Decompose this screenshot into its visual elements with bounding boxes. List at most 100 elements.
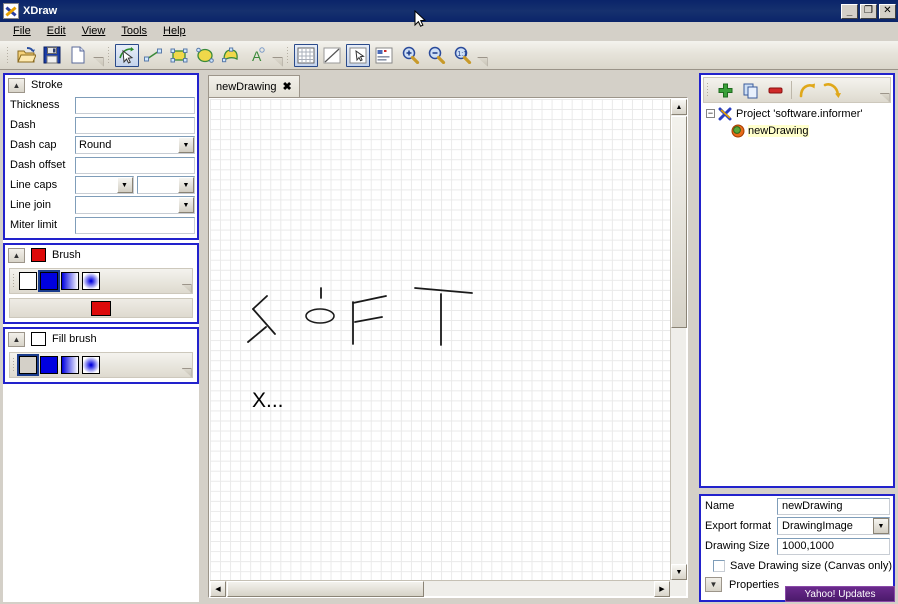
scroll-right-button[interactable]: ▶: [654, 581, 670, 597]
export-format-select[interactable]: DrawingImage ▼: [777, 517, 890, 535]
new-document-icon[interactable]: [66, 44, 90, 67]
scroll-down-button[interactable]: ▼: [671, 564, 687, 580]
brush-current-color[interactable]: [91, 300, 111, 316]
save-drawing-size-row[interactable]: Save Drawing size (Canvas only): [701, 556, 893, 575]
close-icon[interactable]: ✖: [283, 80, 292, 93]
close-button[interactable]: ✕: [879, 3, 896, 19]
vertical-scroll-thumb[interactable]: [671, 116, 687, 328]
zoom-in-icon[interactable]: [398, 44, 422, 67]
line-join-select[interactable]: ▼: [75, 196, 195, 214]
zoom-out-icon[interactable]: [424, 44, 448, 67]
tree-root-row[interactable]: − Project 'software.informer': [701, 105, 893, 122]
text-tool-icon[interactable]: A: [245, 44, 269, 67]
menu-help[interactable]: Help: [155, 23, 194, 39]
brush-none[interactable]: [19, 272, 37, 290]
miter-limit-input[interactable]: [75, 216, 195, 234]
brush-linear-gradient[interactable]: [61, 272, 79, 290]
tab-newdrawing[interactable]: newDrawing ✖: [208, 75, 300, 97]
yahoo-updates-notification[interactable]: Yahoo! Updates: [785, 586, 895, 602]
thickness-input[interactable]: [75, 96, 195, 114]
save-drawing-size-checkbox[interactable]: [713, 559, 725, 572]
delete-item-icon[interactable]: [764, 79, 787, 101]
canvas-vertical-scrollbar[interactable]: ▲ ▼: [670, 99, 687, 580]
ellipse-tool-icon[interactable]: [193, 44, 217, 67]
chevron-down-icon[interactable]: ▼: [873, 518, 889, 534]
snap-diagonal-icon[interactable]: [320, 44, 344, 67]
chevron-down-icon[interactable]: ▼: [178, 137, 194, 153]
fillbrush-radial-gradient[interactable]: [82, 356, 100, 374]
dash-cap-select[interactable]: Round ▼: [75, 136, 195, 154]
chevron-up-icon[interactable]: ▲: [8, 247, 25, 263]
dash-offset-input[interactable]: [75, 156, 195, 174]
chevron-down-icon[interactable]: ▼: [116, 177, 133, 193]
tree-toolbar-overflow[interactable]: [879, 78, 890, 102]
chevron-down-icon[interactable]: ▼: [705, 577, 722, 592]
fill-brush-color-swatch[interactable]: [31, 332, 46, 346]
strip-grip[interactable]: [706, 82, 710, 98]
stroke-group-header[interactable]: ▲ Stroke: [5, 75, 197, 95]
minimize-button[interactable]: _: [841, 3, 858, 19]
polygon-tool-icon[interactable]: [219, 44, 243, 67]
select-tool-icon[interactable]: [115, 43, 139, 67]
chevron-up-icon[interactable]: ▲: [8, 77, 25, 93]
fill-brush-group-header[interactable]: ▲ Fill brush: [5, 329, 197, 349]
redo-icon[interactable]: [821, 79, 844, 101]
stroke-group: ▲ Stroke Thickness Dash Dash cap Round ▼…: [3, 73, 199, 240]
maximize-button[interactable]: ❐: [860, 3, 877, 19]
brush-solid[interactable]: [38, 270, 60, 292]
line-cap-start-select[interactable]: ▼: [75, 176, 134, 194]
grid-toggle-icon[interactable]: [294, 43, 318, 67]
menu-view[interactable]: View: [74, 23, 114, 39]
thickness-label: Thickness: [10, 99, 60, 111]
toolbar-overflow-1[interactable]: [92, 44, 104, 67]
copy-item-icon[interactable]: [739, 79, 762, 101]
dash-input[interactable]: [75, 116, 195, 134]
brush-group-header[interactable]: ▲ Brush: [5, 245, 197, 265]
open-icon[interactable]: [14, 44, 38, 67]
strip-grip[interactable]: [12, 273, 16, 289]
toolbar-grip[interactable]: [6, 45, 10, 65]
fillbrush-linear-gradient[interactable]: [61, 356, 79, 374]
sketch-soft: [247, 287, 473, 346]
line-tool-icon[interactable]: [141, 44, 165, 67]
chevron-down-icon[interactable]: ▼: [178, 197, 194, 213]
drawing-size-input[interactable]: 1000,1000: [777, 537, 890, 555]
drawing-canvas[interactable]: X...: [210, 99, 670, 580]
toolbar-overflow-2[interactable]: [271, 44, 283, 67]
menu-tools[interactable]: Tools: [113, 23, 155, 39]
add-item-icon[interactable]: [714, 79, 737, 101]
tree-item-newdrawing[interactable]: newDrawing: [701, 122, 893, 139]
properties-panel-icon[interactable]: [372, 44, 396, 67]
scroll-up-button[interactable]: ▲: [671, 99, 687, 115]
fillbrush-none[interactable]: [17, 354, 39, 376]
brush-strip-overflow[interactable]: [181, 269, 192, 293]
pointer-select-icon[interactable]: [346, 43, 370, 67]
menu-edit[interactable]: Edit: [39, 23, 74, 39]
toolbar-grip-3[interactable]: [286, 45, 290, 65]
toolbar-grip-2[interactable]: [107, 45, 111, 65]
prop-row-name: Name newDrawing: [701, 496, 893, 516]
brush-color-swatch[interactable]: [31, 248, 46, 262]
tab-label: newDrawing: [216, 80, 277, 93]
tree-collapse-toggle[interactable]: −: [706, 109, 715, 118]
fill-brush-strip-overflow[interactable]: [181, 353, 192, 377]
main-body: ▲ Stroke Thickness Dash Dash cap Round ▼…: [0, 71, 898, 604]
brush-radial-gradient[interactable]: [82, 272, 100, 290]
chevron-down-icon[interactable]: ▼: [178, 177, 194, 193]
fillbrush-solid[interactable]: [40, 356, 58, 374]
rectangle-tool-icon[interactable]: [167, 44, 191, 67]
zoom-actual-icon[interactable]: 1:1: [450, 44, 474, 67]
canvas-horizontal-scrollbar[interactable]: ◀ ▶: [210, 580, 670, 597]
horizontal-scroll-thumb[interactable]: [227, 581, 424, 597]
strip-grip[interactable]: [12, 357, 16, 373]
undo-icon[interactable]: [796, 79, 819, 101]
save-icon[interactable]: [40, 44, 64, 67]
menu-file[interactable]: File: [5, 23, 39, 39]
toolbar-overflow-3[interactable]: [476, 44, 488, 67]
project-tree-panel: − Project 'software.informer' newDrawing: [699, 73, 895, 488]
line-cap-end-select[interactable]: ▼: [136, 176, 195, 194]
scroll-left-button[interactable]: ◀: [210, 581, 226, 597]
xdraw-logo-icon: [3, 3, 19, 19]
name-input[interactable]: newDrawing: [777, 497, 890, 515]
chevron-up-icon[interactable]: ▲: [8, 331, 25, 347]
